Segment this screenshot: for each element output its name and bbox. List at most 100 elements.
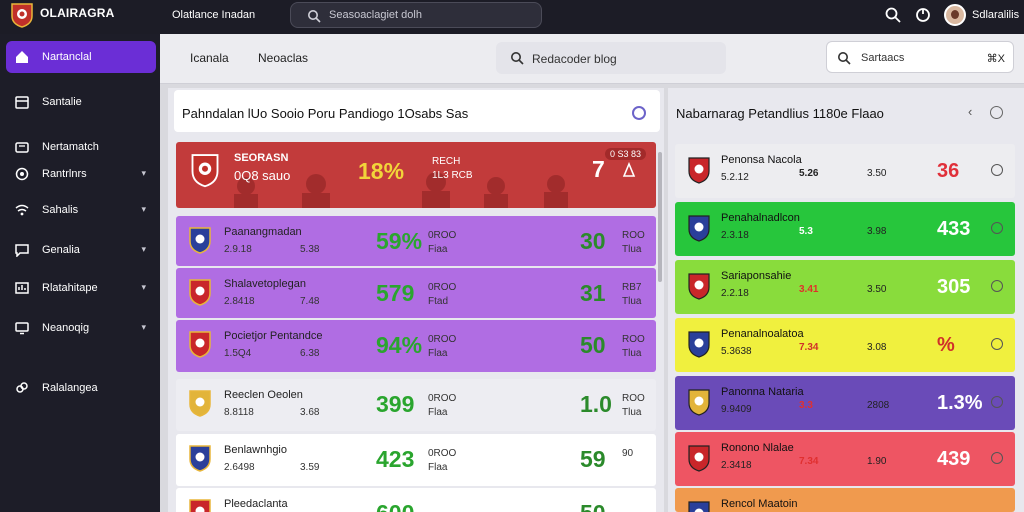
match-row[interactable]: Paanangmadan 2.9.18 5.38 59% 0ROO Fiaa 30 ROO Tl… [176,216,656,266]
result-label: 90 [622,448,634,459]
home-odds[interactable]: 5.3 [799,226,813,237]
odds-panel: Nabarnarag Petandlius 1180e Flaao ‹ Peno… [668,88,1024,512]
match-date: 2.3.18 [721,230,749,241]
match-row[interactable]: Benlawnhgio 2.6498 3.59 423 0ROO Flaa 59 90 [176,434,656,486]
team-name: Reeclen Oeolen [224,389,303,401]
chevron-down-icon[interactable]: ▾ [141,282,146,293]
odds-row[interactable]: Penanalnoalatoa 5.3638 7.34 3.08% [675,318,1015,372]
select-radio[interactable] [991,164,1003,176]
user-name[interactable]: Sdlaralilis [972,9,1019,21]
sidebar-item-rantrlnrs[interactable]: Rantrlnrs ▾ [6,158,156,190]
bet-slip-icon[interactable] [622,162,636,178]
team-name: Paanangmadan [224,226,302,238]
chevron-left-icon[interactable]: ‹ [968,104,972,119]
result-sub-label: Tlua [622,296,642,307]
match-date: 5.3638 [721,346,752,357]
draw-odds[interactable]: 3.50 [867,284,886,295]
select-radio[interactable] [991,222,1003,234]
select-radio[interactable] [991,452,1003,464]
chevron-down-icon[interactable]: ▾ [141,244,146,255]
featured-team-name: SEORASN [234,152,289,164]
team-name: Penahalnadlcon [721,212,800,224]
team-crest-icon [688,331,710,358]
select-radio[interactable] [991,396,1003,408]
result-label: ROO [622,393,645,404]
draw-odds[interactable]: 3.98 [867,226,886,237]
chevron-down-icon[interactable]: ▾ [141,322,146,333]
search-icon[interactable] [884,6,902,24]
sidebar-item-label: Neanoqig [42,322,90,334]
odds-row[interactable]: Penonsa Nacola 5.2.12 5.26 3.50 36 [675,144,1015,198]
odds-row[interactable]: Rencol Maatoin [675,488,1015,512]
monitor-icon [15,322,29,335]
sidebar-item-ralalangea[interactable]: Ralalangea [6,372,156,404]
sidebar-item-santalie[interactable]: Santalie [6,86,156,118]
sidebar-item-genalia[interactable]: Genalia ▾ [6,234,156,266]
matches-panel-title: Pahndalan lUo Sooio Poru Pandiogo 1Osabs… [182,106,469,121]
match-date: 2.2.18 [721,288,749,299]
home-odds[interactable]: 7.34 [799,342,818,353]
scrollbar[interactable] [658,152,662,282]
chart-icon [15,282,29,294]
avatar[interactable] [944,4,966,26]
chevron-down-icon[interactable]: ▾ [141,168,146,179]
odds-row[interactable]: Penahalnadlcon 2.3.18 5.3 3.98 433 [675,202,1015,256]
search-icon [308,10,321,23]
team-name: Panonna Nataria [721,386,804,398]
home-odds[interactable]: 5.26 [799,168,818,179]
featured-score: 7 [592,156,605,182]
sidebar-item-neanoqig[interactable]: Neanoqig ▾ [6,312,156,344]
sidebar: Nartanclal Santalie Nertamatch Rantrlnrs ▾ Sa… [0,34,160,512]
result-sub-label: Tlua [622,348,642,359]
match-date: 8.8118 [224,407,254,418]
odds-row[interactable]: Sariaponsahie 2.2.18 3.41 3.50 305 [675,260,1015,314]
match-row[interactable]: Reeclen Oeolen 8.8118 3.68 399 0ROO Flaa 1.0 RO… [176,379,656,431]
home-odds[interactable]: 3.41 [799,284,818,295]
match-row[interactable]: Pleedaclanta 600 50 [176,488,656,512]
match-odds: 3.59 [300,462,320,473]
filter-search-placeholder: Sartaacs [861,52,905,64]
draw-odds[interactable]: 1.90 [867,456,886,467]
home-odds[interactable]: 3.3 [799,400,813,411]
result-sub-label: Tlua [622,244,642,255]
draw-odds[interactable]: 2808 [867,400,889,411]
sidebar-item-rlatahitape[interactable]: Rlatahitape ▾ [6,272,156,304]
featured-match[interactable]: SEORASN 0Q8 sauo 18% RECH 1L3 RCB 7 0 S3… [176,142,656,208]
refresh-icon[interactable] [990,106,1003,119]
notification-icon[interactable] [914,6,932,24]
match-date: 9.9409 [721,404,752,415]
best-odds: 305 [937,276,971,298]
content-search-input[interactable]: Redacoder blog [496,42,726,74]
result-sub-label: Tlua [622,407,642,418]
team-name: Penonsa Nacola [721,154,802,166]
global-search-input[interactable]: Seasoaclagiet dolh [290,2,542,28]
tab-neoaclas[interactable]: Neoaclas [258,51,308,65]
match-row[interactable]: Shalavetoplegan 2.8418 7.48 579 0ROO Ftad 31 RB… [176,268,656,318]
draw-odds[interactable]: 3.50 [867,168,886,179]
team-name: Sariaponsahie [721,270,792,282]
chevron-down-icon[interactable]: ▾ [141,204,146,215]
club-logo-icon[interactable] [10,2,34,28]
market-label: 0ROO [428,393,457,404]
sidebar-item-label: Rlatahitape [42,282,98,294]
draw-odds[interactable]: 3.08 [867,342,886,353]
market-label: 0ROO [428,448,457,459]
sidebar-item-sahalis[interactable]: Sahalis ▾ [6,194,156,226]
match-odds: 6.38 [300,348,320,359]
tab-icanala[interactable]: Icanala [190,51,229,65]
result-label: ROO [622,230,645,241]
match-row[interactable]: Pocietjor Pentandce 1.5Q4 6.38 94% 0ROO Flaa 5… [176,320,656,372]
link-icon [16,382,28,393]
odds-row[interactable]: Panonna Nataria 9.9409 3.3 2808 1.3% [675,376,1015,430]
select-radio[interactable] [991,338,1003,350]
odds-row[interactable]: Ronono Nlalae 2.3418 7.34 1.90 439 [675,432,1015,486]
best-odds: 439 [937,448,971,470]
market-sub-label: Ftad [428,296,449,307]
matches-panel-header: Pahndalan lUo Sooio Poru Pandiogo 1Osabs… [174,90,660,132]
refresh-icon[interactable] [632,106,646,120]
select-radio[interactable] [991,280,1003,292]
home-odds[interactable]: 7.34 [799,456,818,467]
filter-search-input[interactable]: Sartaacs ⌘X [826,41,1014,73]
sidebar-item-nartanclal[interactable]: Nartanclal [6,41,156,73]
team-crest-icon [191,154,219,188]
